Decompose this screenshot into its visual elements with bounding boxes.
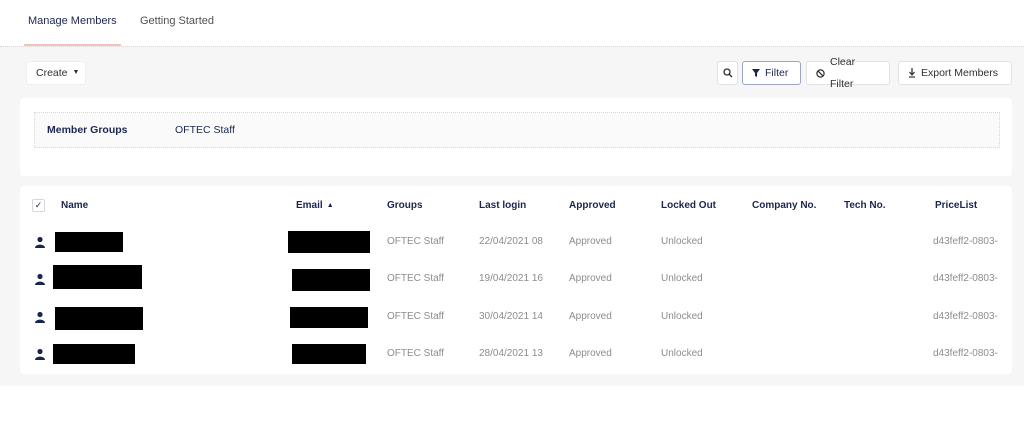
column-header-locked-out[interactable]: Locked Out	[661, 200, 716, 211]
members-table: ✓ Name Email ▲ Groups Last login Approved…	[20, 186, 1012, 374]
cell-last-login: 19/04/2021 16	[479, 273, 543, 284]
column-header-email-label: Email	[296, 200, 323, 211]
cell-approved: Approved	[569, 348, 612, 359]
cell-locked-out: Unlocked	[661, 348, 703, 359]
create-button[interactable]: Create ▼	[26, 61, 86, 85]
user-icon	[34, 310, 46, 328]
block-icon	[816, 68, 825, 78]
cell-last-login: 30/04/2021 14	[479, 311, 543, 322]
cell-pricelist: d43feff2-0803-	[933, 348, 998, 359]
search-button[interactable]	[717, 61, 738, 85]
tab-manage-members[interactable]: Manage Members	[24, 0, 121, 46]
column-header-approved[interactable]: Approved	[569, 200, 616, 211]
cell-groups: OFTEC Staff	[387, 273, 445, 284]
user-icon	[34, 235, 46, 253]
redacted-email	[290, 307, 368, 328]
cell-groups: OFTEC Staff	[387, 236, 445, 247]
column-header-company-no[interactable]: Company No.	[752, 200, 816, 211]
redacted-name	[55, 232, 123, 252]
export-members-button[interactable]: Export Members	[898, 61, 1012, 85]
column-header-last-login[interactable]: Last login	[479, 200, 526, 211]
filter-label: Filter	[765, 67, 789, 79]
caret-down-icon: ▼	[72, 69, 80, 76]
cell-pricelist: d43feff2-0803-	[933, 311, 998, 322]
export-members-label: Export Members	[921, 67, 999, 79]
filter-panel: Member Groups OFTEC Staff	[20, 98, 1012, 176]
filter-row-member-groups[interactable]: Member Groups OFTEC Staff	[34, 112, 1000, 148]
column-header-groups[interactable]: Groups	[387, 200, 423, 211]
cell-last-login: 22/04/2021 08	[479, 236, 543, 247]
sort-asc-icon: ▲	[326, 202, 334, 209]
redacted-email	[292, 269, 370, 291]
filter-icon	[752, 69, 760, 77]
cell-groups: OFTEC Staff	[387, 311, 445, 322]
redacted-name	[53, 265, 142, 289]
footer-area	[0, 386, 1024, 445]
create-label: Create	[36, 67, 68, 79]
redacted-name	[53, 344, 135, 364]
cell-approved: Approved	[569, 311, 612, 322]
filter-value-member-groups: OFTEC Staff	[175, 124, 235, 136]
redacted-email	[292, 344, 366, 364]
redacted-name	[55, 307, 143, 330]
cell-locked-out: Unlocked	[661, 273, 703, 284]
tab-bar: Manage Members Getting Started	[0, 0, 1024, 46]
table-row[interactable]: OFTEC Staff 22/04/2021 08 Approved Unloc…	[20, 224, 1012, 261]
column-header-tech-no[interactable]: Tech No.	[844, 200, 885, 211]
table-row[interactable]: OFTEC Staff 28/04/2021 13 Approved Unloc…	[20, 336, 1012, 373]
column-header-email[interactable]: Email ▲	[296, 200, 334, 211]
cell-approved: Approved	[569, 273, 612, 284]
clear-filter-button[interactable]: Clear Filter	[806, 56, 890, 90]
download-icon	[908, 68, 916, 78]
tab-getting-started[interactable]: Getting Started	[140, 0, 214, 46]
cell-pricelist: d43feff2-0803-	[933, 273, 998, 284]
filter-label-member-groups: Member Groups	[47, 124, 128, 136]
cell-approved: Approved	[569, 236, 612, 247]
column-header-name[interactable]: Name	[61, 200, 88, 211]
clear-filter-label: Clear Filter	[830, 56, 856, 90]
cell-groups: OFTEC Staff	[387, 348, 445, 359]
search-icon	[722, 68, 733, 78]
user-icon	[34, 272, 46, 290]
check-icon: ✓	[34, 200, 43, 210]
cell-last-login: 28/04/2021 13	[479, 348, 543, 359]
cell-locked-out: Unlocked	[661, 311, 703, 322]
redacted-email	[288, 231, 370, 253]
cell-pricelist: d43feff2-0803-	[933, 236, 998, 247]
table-row[interactable]: OFTEC Staff 30/04/2021 14 Approved Unloc…	[20, 299, 1012, 336]
filter-button[interactable]: Filter	[742, 61, 801, 85]
select-all-checkbox[interactable]: ✓	[32, 199, 45, 212]
column-header-pricelist[interactable]: PriceList	[935, 200, 977, 211]
table-row[interactable]: OFTEC Staff 19/04/2021 16 Approved Unloc…	[20, 261, 1012, 298]
cell-locked-out: Unlocked	[661, 236, 703, 247]
user-icon	[34, 347, 46, 365]
